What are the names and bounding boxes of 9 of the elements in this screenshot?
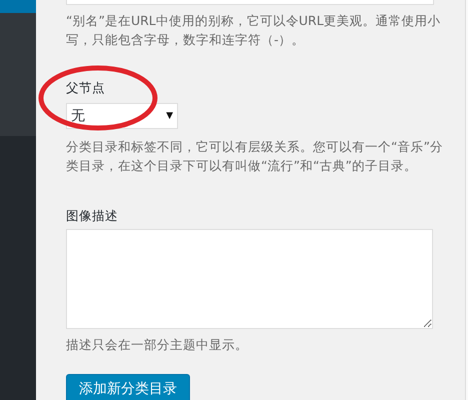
input-field[interactable] <box>66 0 434 5</box>
description-field[interactable] <box>66 229 433 329</box>
help-text: 描述只会在一部分主题中显示。 <box>66 336 249 354</box>
add-category-button[interactable]: 添加新分类目录 <box>66 374 190 400</box>
field-label: 图像描述 <box>66 207 119 225</box>
active-menu-item[interactable] <box>0 0 36 13</box>
help-text: “别名”是在URL中使用的别称，它可以令URL更美观。通常使用小写，只能包含字母，数字和连字符（-）。 <box>66 12 442 49</box>
field-label: 父节点 <box>66 79 106 97</box>
help-text: 分类目录和标签不同，它可以有层级关系。您可以有一个“音乐”分类目录，在这个目录下可以有叫做“流行”和“古典”的子目录。 <box>66 138 444 175</box>
